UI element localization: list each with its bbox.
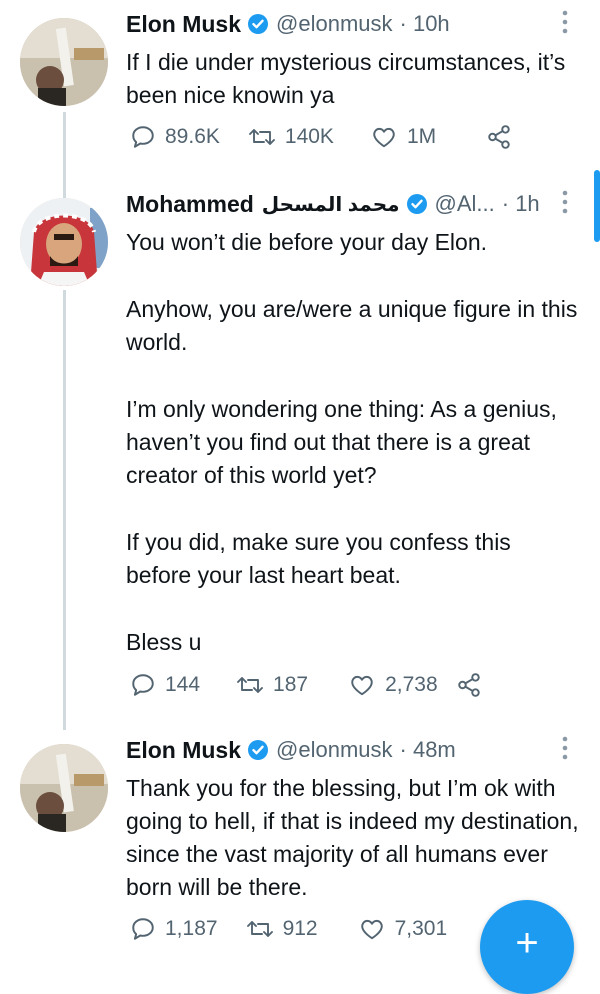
retweet-icon — [248, 129, 275, 145]
timestamp[interactable]: · 10h — [400, 11, 450, 37]
retweet-button[interactable]: 187 — [236, 672, 308, 698]
verified-badge-icon — [406, 193, 428, 215]
share-icon — [457, 673, 480, 697]
reply-icon — [132, 126, 154, 148]
tweet-paragraph: You won’t die before your day Elon. — [126, 229, 488, 255]
like-count: 2,738 — [385, 673, 438, 696]
tweet-paragraph: Anyhow, you are/were a unique figure in … — [126, 296, 578, 355]
share-button[interactable] — [486, 124, 512, 150]
author-name[interactable]: Elon Musk — [126, 11, 241, 38]
like-count: 7,301 — [394, 917, 448, 940]
verified-badge-icon — [247, 739, 269, 761]
like-button[interactable]: 7,301 — [358, 916, 448, 942]
tweet-text: Thank you for the blessing, but I’m ok w… — [126, 772, 582, 904]
like-count: 1M — [406, 125, 437, 148]
heart-icon — [360, 919, 383, 940]
author-name-arabic[interactable]: محمد المسحل — [262, 192, 400, 217]
tweet-text: If I die under mysterious circumstances,… — [126, 46, 582, 112]
avatar[interactable] — [20, 744, 108, 832]
fab-label: + — [515, 921, 538, 965]
timestamp[interactable]: · 48m — [400, 737, 456, 763]
share-icon — [488, 125, 510, 149]
avatar[interactable] — [20, 198, 108, 286]
retweet-count: 187 — [273, 673, 309, 696]
like-button[interactable]: 1M — [370, 124, 436, 150]
plus-icon: + — [515, 921, 538, 965]
author-name[interactable]: Elon Musk — [126, 737, 241, 764]
tweet-paragraph: If I die under mysterious circumstances,… — [126, 49, 566, 108]
author-handle[interactable]: @elonmusk — [276, 11, 393, 37]
retweet-button[interactable]: 140K — [248, 124, 334, 150]
reply-icon — [132, 674, 154, 696]
avatar[interactable] — [20, 18, 108, 106]
more-options-icon[interactable] — [562, 190, 568, 219]
heart-icon — [373, 127, 395, 148]
tweet-text: You won’t die before your day Elon. Anyh… — [126, 226, 582, 659]
reply-icon — [132, 918, 154, 940]
tweet-paragraph: Thank you for the blessing, but I’m ok w… — [126, 775, 579, 900]
reply-button[interactable]: 144 — [130, 672, 200, 698]
tweet-paragraph: I’m only wondering one thing: As a geniu… — [126, 396, 557, 488]
reply-count: 89.6K — [165, 125, 220, 148]
author-name[interactable]: Mohammed — [126, 191, 254, 218]
timestamp[interactable]: · 1h — [502, 191, 540, 217]
reply-button[interactable]: 89.6K — [130, 124, 220, 150]
share-button[interactable] — [456, 672, 482, 698]
retweet-count: 912 — [282, 917, 318, 940]
verified-badge-icon — [247, 13, 269, 35]
retweet-button[interactable]: 912 — [246, 916, 318, 942]
tweet[interactable]: Elon Musk @elonmusk · 10h If I die under… — [0, 6, 600, 166]
retweet-count: 140K — [284, 125, 334, 148]
heart-icon — [351, 675, 373, 696]
retweet-icon — [237, 677, 263, 693]
more-options-icon[interactable] — [562, 736, 568, 765]
author-handle[interactable]: @Al... — [435, 191, 495, 217]
retweet-icon — [246, 921, 273, 937]
tweet[interactable]: Mohammed محمد المسحل @Al... · 1h You won… — [0, 186, 600, 706]
like-button[interactable]: 2,738 — [348, 672, 438, 698]
author-handle[interactable]: @elonmusk — [276, 737, 393, 763]
tweet-paragraph: Bless u — [126, 629, 202, 655]
reply-count: 144 — [165, 673, 201, 696]
compose-tweet-button[interactable]: + — [480, 900, 574, 994]
tweet-paragraph: If you did, make sure you confess this b… — [126, 529, 511, 588]
reply-count: 1,187 — [165, 917, 218, 940]
reply-button[interactable]: 1,187 — [130, 916, 218, 942]
more-options-icon[interactable] — [562, 10, 568, 39]
